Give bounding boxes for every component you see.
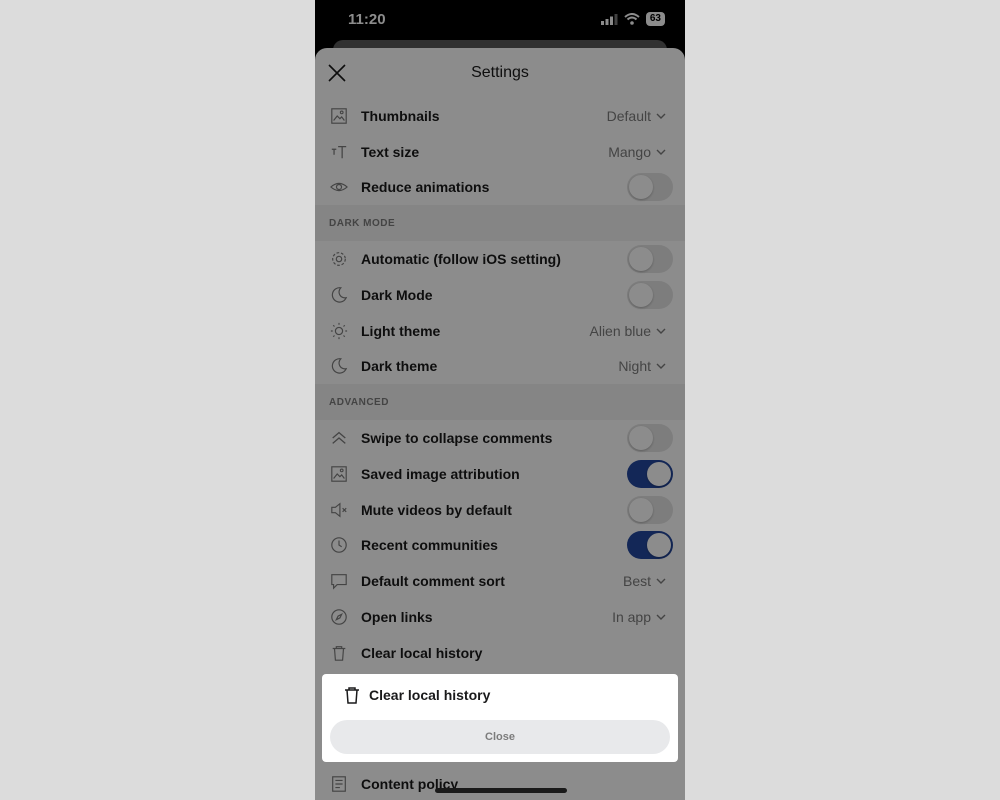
trash-icon [345,687,359,704]
home-indicator [435,788,567,793]
action-sheet: Clear local history Close [322,674,678,762]
clear-local-history-action[interactable]: Clear local history [369,687,490,703]
close-button[interactable]: Close [330,720,670,754]
phone-screen: 11:20 63 Settings Thumbnails Default Text … [315,0,685,800]
